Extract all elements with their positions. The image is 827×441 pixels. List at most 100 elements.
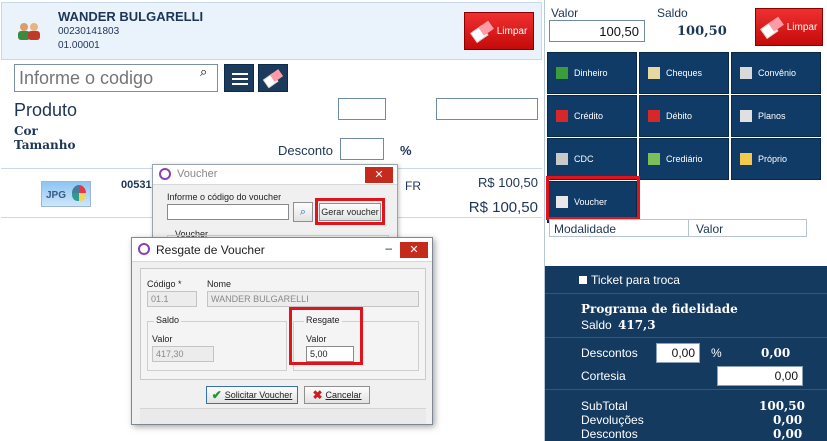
menu-icon <box>232 73 248 75</box>
valor-input[interactable]: 100,50 <box>549 20 645 42</box>
pay-own-label: Próprio <box>758 154 788 164</box>
close-redeem-dialog-button[interactable]: ✕ <box>400 242 428 258</box>
request-voucher-button[interactable]: ✔ Solicitar Voucher <box>206 386 298 404</box>
voucher-dialog-titlebar[interactable]: Voucher ✕ <box>153 165 397 185</box>
item-description-fragment: FR <box>405 179 421 193</box>
saldo-valor-label: Valor <box>152 334 173 344</box>
loyalty-section: Programa de fidelidade Saldo 417,3 <box>545 294 827 338</box>
menu-button[interactable] <box>224 64 254 92</box>
pay-cdc-button[interactable]: CDC <box>547 138 637 180</box>
name-field[interactable]: WANDER BULGARELLI <box>207 291 419 307</box>
pos-screen: WANDER BULGARELLI 00230141803 01.00001 L… <box>0 0 827 441</box>
image-placeholder-label: JPG <box>46 190 67 201</box>
plans-icon <box>740 110 752 122</box>
voucher-redeem-dialog: Resgate de Voucher – ✕ Código * 01.1 Nom… <box>131 237 433 425</box>
code-field[interactable]: 01.1 <box>147 291 197 307</box>
clear-payment-label: Limpar <box>786 21 818 33</box>
descontos-total-value: 0,00 <box>773 427 803 441</box>
item-code: 00531 <box>121 179 152 191</box>
saldo-label: Saldo <box>657 6 688 20</box>
product-field-2[interactable] <box>436 98 538 120</box>
modality-header: Modalidade <box>554 222 617 236</box>
resgate-highlight <box>289 307 363 365</box>
voucher-code-input[interactable] <box>167 204 289 220</box>
totals-panel: Ticket para troca Programa de fidelidade… <box>545 266 827 441</box>
descontos-percent-input[interactable]: 0,00 <box>656 343 700 363</box>
pay-credit-label: Crédito <box>574 111 604 121</box>
redeem-form-panel: Código * 01.1 Nome WANDER BULGARELLI Sal… <box>140 268 426 380</box>
pay-credit-button[interactable]: Crédito <box>547 95 637 137</box>
dialog-footer-strip <box>140 408 426 424</box>
cancel-icon: ✖ <box>312 388 323 402</box>
ticket-row[interactable]: Ticket para troca <box>545 266 827 294</box>
app-icon <box>138 243 150 255</box>
clear-customer-label: Limpar <box>496 25 528 37</box>
debit-icon <box>648 110 660 122</box>
payment-list-header: Modalidade Valor <box>549 219 807 237</box>
eraser-icon <box>262 68 284 88</box>
eraser-icon <box>759 15 785 39</box>
eraser-icon <box>469 19 495 43</box>
ticket-checkbox[interactable] <box>579 276 587 284</box>
discount-input[interactable] <box>340 138 384 160</box>
voucher-search-button[interactable]: ⌕ <box>293 202 313 222</box>
descontos-percent-sign: % <box>711 346 722 360</box>
checks-icon <box>648 67 660 79</box>
discount-percent-sign: % <box>400 143 412 158</box>
saldo-group: Saldo Valor 417,30 <box>147 315 287 371</box>
saldo-valor-field[interactable]: 417,30 <box>152 346 214 362</box>
code-label: Código * <box>147 279 182 289</box>
name-label: Nome <box>207 279 232 289</box>
product-field-1[interactable] <box>338 98 386 120</box>
product-title: Produto <box>14 100 78 120</box>
color-label: Cor <box>14 124 38 138</box>
pay-checks-button[interactable]: Cheques <box>639 52 729 94</box>
minimize-button[interactable]: – <box>385 241 392 255</box>
pay-plans-button[interactable]: Planos <box>731 95 821 137</box>
product-code-input[interactable] <box>14 64 218 92</box>
app-icon <box>159 168 171 180</box>
close-voucher-dialog-button[interactable]: ✕ <box>365 167 393 183</box>
redeem-dialog-titlebar[interactable]: Resgate de Voucher – ✕ <box>132 238 432 262</box>
cortesia-input[interactable]: 0,00 <box>717 366 803 386</box>
pay-cash-button[interactable]: Dinheiro <box>547 52 637 94</box>
descontos-value: 0,00 <box>761 346 791 360</box>
pay-debit-label: Débito <box>666 111 693 121</box>
descontos-total-label: Descontos <box>581 427 638 441</box>
pay-cdc-label: CDC <box>574 154 594 164</box>
customer-document: 00230141803 <box>58 26 120 37</box>
clear-payment-button[interactable]: Limpar <box>755 8 823 46</box>
value-header: Valor <box>696 222 724 236</box>
cash-icon <box>556 67 568 79</box>
agreement-icon <box>740 67 752 79</box>
cdc-icon <box>556 153 568 165</box>
main-panel: WANDER BULGARELLI 00230141803 01.00001 L… <box>0 0 544 441</box>
pay-debit-button[interactable]: Débito <box>639 95 729 137</box>
customer-bar: WANDER BULGARELLI 00230141803 01.00001 L… <box>1 2 542 60</box>
ticket-label: Ticket para troca <box>591 273 680 287</box>
request-voucher-label: Solicitar Voucher <box>224 390 293 400</box>
voucher-code-label: Informe o código do voucher <box>167 192 282 202</box>
clear-code-button[interactable] <box>258 64 288 92</box>
clear-customer-button[interactable]: Limpar <box>464 12 534 50</box>
descontos-label: Descontos <box>581 346 638 360</box>
cancel-button[interactable]: ✖ Cancelar <box>304 386 370 404</box>
own-icon <box>740 153 752 165</box>
search-icon: ⌕ <box>299 205 307 218</box>
item-price: R$ 100,50 <box>478 175 538 190</box>
discounts-section: Descontos 0,00 % 0,00 Cortesia 0,00 <box>545 338 827 390</box>
pay-installment-label: Crediário <box>666 154 703 164</box>
cancel-label: Cancelar <box>325 390 362 400</box>
product-image-icon: JPG <box>41 181 91 207</box>
subtotal-value: 100,50 <box>759 399 805 413</box>
search-icon[interactable]: ⌕ <box>200 64 207 80</box>
devolucoes-label: Devoluções <box>581 413 644 427</box>
valor-label: Valor <box>551 6 579 20</box>
pay-installment-button[interactable]: Crediário <box>639 138 729 180</box>
installment-icon <box>648 153 660 165</box>
pay-agreement-button[interactable]: Convênio <box>731 52 821 94</box>
customer-code: 01.00001 <box>58 40 100 51</box>
customer-name: WANDER BULGARELLI <box>58 9 204 24</box>
pay-own-button[interactable]: Próprio <box>731 138 821 180</box>
pay-cash-label: Dinheiro <box>574 68 608 78</box>
